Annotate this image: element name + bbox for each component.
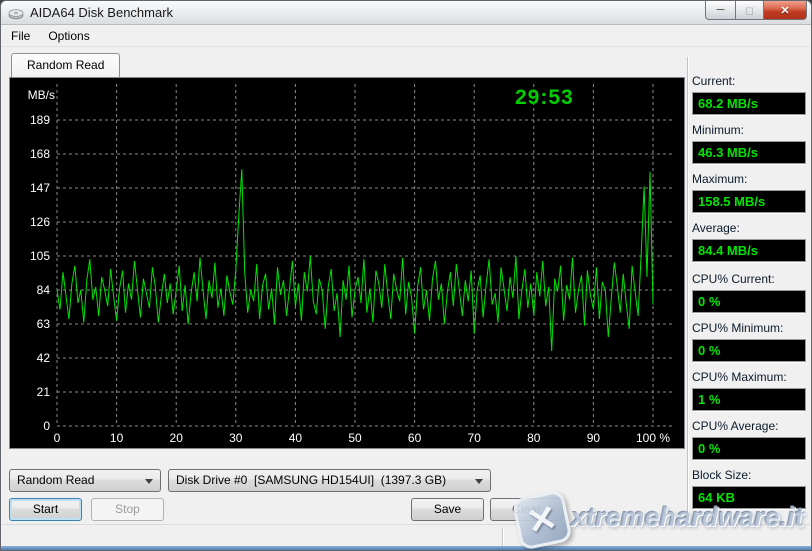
y-tick-label: 84 (37, 283, 51, 297)
stat-label: CPU% Maximum: (692, 370, 806, 384)
test-type-value: Random Read (17, 470, 140, 491)
app-window: AIDA64 Disk Benchmark ─ ◻ ✕ File Options… (0, 0, 812, 551)
stat-label: CPU% Current: (692, 272, 806, 286)
stat-minimum: Minimum: 46.3 MB/s (692, 123, 806, 164)
stat-cpu-current: CPU% Current: 0 % (692, 272, 806, 313)
y-tick-label: 42 (37, 351, 51, 365)
menu-options[interactable]: Options (39, 26, 98, 46)
stat-average: Average: 84.4 MB/s (692, 221, 806, 262)
y-tick-label: 21 (37, 385, 51, 399)
minimize-button[interactable]: ─ (705, 1, 735, 20)
stat-cpu-minimum: CPU% Minimum: 0 % (692, 321, 806, 362)
y-axis-unit: MB/s (28, 88, 55, 102)
save-button[interactable]: Save (411, 498, 484, 521)
x-tick-label: 60 (408, 431, 422, 445)
maximize-icon: ◻ (745, 4, 754, 17)
panel-separator (687, 57, 689, 519)
stat-current: Current: 68.2 MB/s (692, 74, 806, 115)
y-tick-label: 105 (30, 249, 50, 263)
status-separator (502, 528, 504, 546)
close-button[interactable]: ✕ (763, 1, 807, 20)
chevron-down-icon (475, 479, 483, 484)
chevron-down-icon (145, 479, 153, 484)
stat-value: 64 KB (692, 486, 806, 509)
maximize-button[interactable]: ◻ (735, 1, 763, 20)
stat-value: 158.5 MB/s (692, 190, 806, 213)
y-tick-label: 147 (30, 181, 50, 195)
y-tick-label: 0 (43, 419, 50, 433)
stat-maximum: Maximum: 158.5 MB/s (692, 172, 806, 213)
app-disk-icon (8, 5, 24, 21)
stop-button[interactable]: Stop (91, 498, 164, 521)
x-tick-label: 20 (170, 431, 184, 445)
x-tick-label: 100 % (636, 431, 670, 445)
y-tick-label: 189 (30, 113, 50, 127)
stat-cpu-maximum: CPU% Maximum: 1 % (692, 370, 806, 411)
stat-block-size: Block Size: 64 KB (692, 468, 806, 509)
stat-label: Average: (692, 221, 806, 235)
x-tick-label: 10 (110, 431, 124, 445)
stat-value: 84.4 MB/s (692, 239, 806, 262)
drive-combobox[interactable]: Disk Drive #0 [SAMSUNG HD154UI] (1397.3 … (168, 469, 491, 492)
stat-label: Maximum: (692, 172, 806, 186)
x-tick-label: 40 (289, 431, 303, 445)
x-tick-label: 70 (468, 431, 482, 445)
x-tick-label: 80 (527, 431, 541, 445)
stat-label: Minimum: (692, 123, 806, 137)
stat-value: 46.3 MB/s (692, 141, 806, 164)
stat-label: Current: (692, 74, 806, 88)
start-button[interactable]: Start (9, 498, 82, 521)
stat-value: 0 % (692, 437, 806, 460)
status-bar (2, 524, 810, 548)
window-title: AIDA64 Disk Benchmark (30, 5, 173, 20)
test-type-combobox[interactable]: Random Read (9, 469, 161, 492)
x-tick-label: 50 (348, 431, 362, 445)
stat-label: CPU% Average: (692, 419, 806, 433)
stat-label: Block Size: (692, 468, 806, 482)
x-tick-label: 90 (587, 431, 601, 445)
menu-bar: File Options (2, 25, 810, 47)
menu-file[interactable]: File (2, 26, 39, 46)
drive-value: Disk Drive #0 [SAMSUNG HD154UI] (1397.3 … (176, 470, 470, 491)
tab-random-read[interactable]: Random Read (11, 53, 120, 78)
stat-value: 0 % (692, 339, 806, 362)
stat-value: 1 % (692, 388, 806, 411)
stat-label: CPU% Minimum: (692, 321, 806, 335)
y-tick-label: 63 (37, 317, 51, 331)
title-bar: AIDA64 Disk Benchmark ─ ◻ ✕ (1, 1, 811, 25)
x-tick-label: 30 (229, 431, 243, 445)
x-tick-label: 0 (54, 431, 61, 445)
clear-button[interactable]: Clear (490, 498, 563, 521)
stat-value: 68.2 MB/s (692, 92, 806, 115)
stat-value: 0 % (692, 290, 806, 313)
window-controls: ─ ◻ ✕ (705, 1, 807, 20)
benchmark-chart: 189 168 147 126 105 84 63 42 21 0 MB/s 0 10 20 30 40 50 6… (9, 77, 685, 449)
y-tick-label: 168 (30, 147, 50, 161)
stat-cpu-average: CPU% Average: 0 % (692, 419, 806, 460)
minimize-icon: ─ (717, 4, 725, 16)
chart-canvas: 189 168 147 126 105 84 63 42 21 0 MB/s 0 10 20 30 40 50 6… (10, 78, 684, 448)
elapsed-time: 29:53 (515, 86, 574, 110)
close-icon: ✕ (780, 4, 789, 17)
y-tick-label: 126 (30, 215, 50, 229)
window-frame-bottom (1, 546, 811, 550)
